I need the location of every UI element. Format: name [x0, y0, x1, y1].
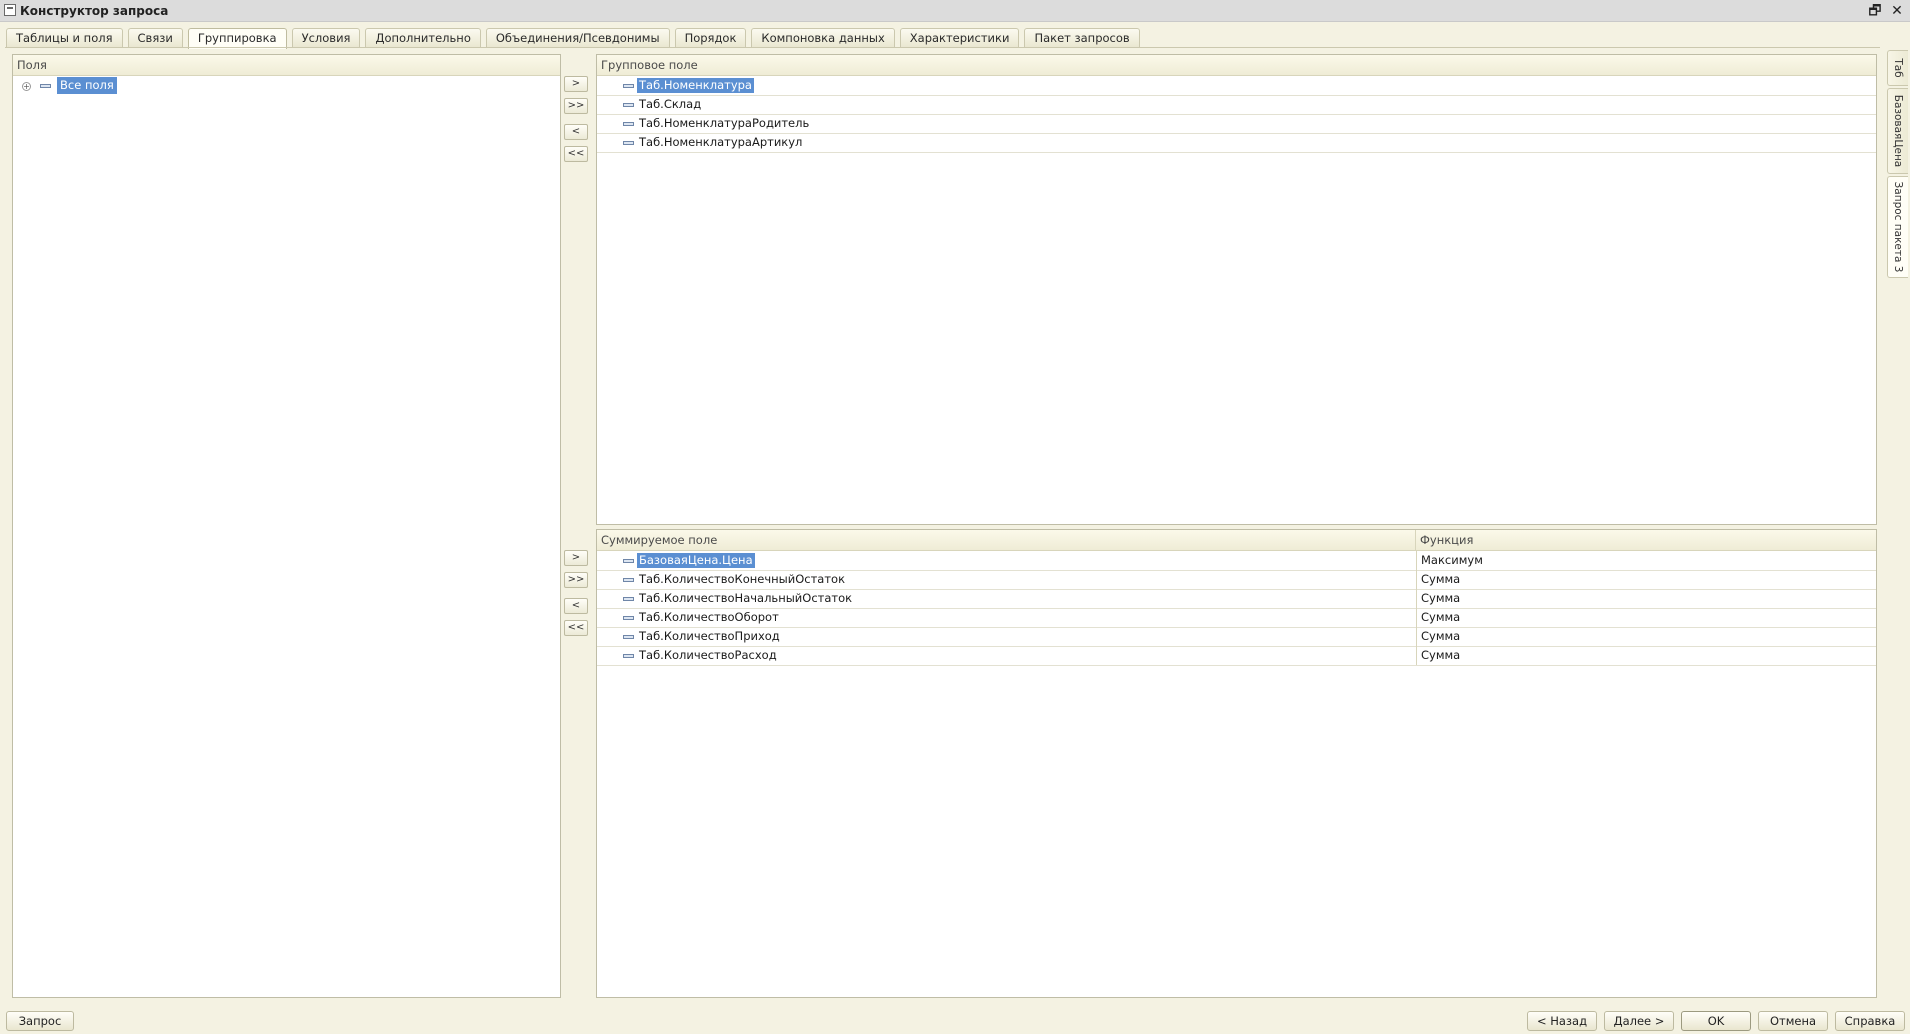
tree-item-label: Все поля: [57, 77, 117, 94]
table-row[interactable]: Таб.КоличествоНачальныйОстаток Сумма: [597, 589, 1876, 609]
function-cell[interactable]: Сумма: [1416, 570, 1876, 589]
field-icon: [623, 103, 634, 107]
field-icon: [623, 559, 634, 563]
tab-strip: Таблицы и поля Связи Группировка Условия…: [6, 28, 1145, 49]
tab-divider: [5, 47, 1880, 48]
next-button[interactable]: Далее >: [1604, 1011, 1674, 1031]
expand-icon[interactable]: +: [22, 82, 31, 91]
back-button[interactable]: < Назад: [1527, 1011, 1597, 1031]
fields-panel[interactable]: Поля + Все поля: [12, 54, 561, 998]
field-icon: [623, 635, 634, 639]
query-button[interactable]: Запрос: [6, 1011, 74, 1031]
group-fields-header: Групповое поле: [597, 55, 1876, 76]
field-icon: [623, 616, 634, 620]
field-name: Таб.КоличествоПриход: [639, 629, 780, 643]
field-name: Таб.КоличествоНачальныйОстаток: [639, 591, 853, 605]
field-icon: [623, 84, 634, 88]
field-name: Таб.КоличествоОборот: [639, 610, 779, 624]
tab-order[interactable]: Порядок: [674, 28, 747, 48]
function-cell[interactable]: Сумма: [1416, 646, 1876, 665]
table-row[interactable]: Таб.КоличествоПриход Сумма: [597, 627, 1876, 647]
function-cell[interactable]: Максимум: [1416, 551, 1876, 570]
side-tab-query-batch-3[interactable]: Запрос пакета 3: [1887, 176, 1908, 278]
tab-data-composition[interactable]: Компоновка данных: [751, 28, 895, 48]
field-icon: [40, 84, 51, 88]
field-name: Таб.НоменклатураРодитель: [639, 116, 810, 130]
table-row[interactable]: БазоваяЦена.Цена Максимум: [597, 551, 1876, 571]
field-icon: [623, 654, 634, 658]
remove-group-field-button[interactable]: <: [564, 124, 588, 140]
field-name: Таб.КоличествоРасход: [639, 648, 777, 662]
title-bar: Конструктор запроса 🗗 ✕: [0, 0, 1910, 22]
field-name: Таб.Склад: [639, 97, 702, 111]
tab-unions-aliases[interactable]: Объединения/Псевдонимы: [485, 28, 670, 48]
field-name: БазоваяЦена.Цена: [637, 553, 755, 568]
list-item[interactable]: Таб.НоменклатураРодитель: [597, 114, 1876, 134]
field-icon: [623, 141, 634, 145]
function-cell[interactable]: Сумма: [1416, 627, 1876, 646]
field-name: Таб.НоменклатураАртикул: [639, 135, 803, 149]
side-tab-label: Запрос пакета 3: [1892, 181, 1904, 273]
restore-icon[interactable]: 🗗: [1866, 2, 1884, 20]
remove-all-group-fields-button[interactable]: <<: [564, 146, 588, 162]
window-title: Конструктор запроса: [20, 4, 169, 18]
tab-conditions[interactable]: Условия: [291, 28, 361, 48]
field-icon: [623, 597, 634, 601]
tab-additional[interactable]: Дополнительно: [365, 28, 481, 48]
field-name: Таб.КоличествоКонечныйОстаток: [639, 572, 846, 586]
function-cell[interactable]: Сумма: [1416, 608, 1876, 627]
tab-query-batch[interactable]: Пакет запросов: [1024, 28, 1140, 48]
field-icon: [623, 578, 634, 582]
cancel-button[interactable]: Отмена: [1758, 1011, 1828, 1031]
function-column-header: Функция: [1415, 530, 1473, 550]
side-tab-tab[interactable]: Таб: [1887, 50, 1908, 86]
fields-header: Поля: [13, 55, 560, 76]
add-group-field-button[interactable]: >: [564, 76, 588, 92]
table-row[interactable]: Таб.КоличествоОборот Сумма: [597, 608, 1876, 628]
side-tab-label: БазоваяЦена: [1892, 94, 1904, 168]
sum-fields-panel[interactable]: Суммируемое поле Функция БазоваяЦена.Цен…: [596, 529, 1877, 998]
add-all-group-fields-button[interactable]: >>: [564, 98, 588, 114]
tab-links[interactable]: Связи: [127, 28, 183, 48]
remove-sum-field-button[interactable]: <: [564, 598, 588, 614]
tab-tables-fields[interactable]: Таблицы и поля: [6, 28, 123, 48]
group-fields-panel[interactable]: Групповое поле Таб.Номенклатура Таб.Скла…: [596, 54, 1877, 525]
tab-characteristics[interactable]: Характеристики: [899, 28, 1020, 48]
list-item[interactable]: Таб.НоменклатураАртикул: [597, 133, 1876, 153]
add-sum-field-button[interactable]: >: [564, 550, 588, 566]
field-name: Таб.Номенклатура: [637, 78, 754, 93]
close-icon[interactable]: ✕: [1888, 2, 1906, 20]
help-button[interactable]: Справка: [1835, 1011, 1905, 1031]
sum-field-column-header: Суммируемое поле: [601, 533, 718, 547]
window-icon: [4, 4, 16, 16]
table-row[interactable]: Таб.КоличествоРасход Сумма: [597, 646, 1876, 666]
ok-button[interactable]: OK: [1681, 1011, 1751, 1031]
list-item[interactable]: Таб.Номенклатура: [597, 76, 1876, 96]
list-item[interactable]: Таб.Склад: [597, 95, 1876, 115]
remove-all-sum-fields-button[interactable]: <<: [564, 620, 588, 636]
table-row[interactable]: Таб.КоличествоКонечныйОстаток Сумма: [597, 570, 1876, 590]
field-icon: [623, 122, 634, 126]
add-all-sum-fields-button[interactable]: >>: [564, 572, 588, 588]
side-tab-base-price[interactable]: БазоваяЦена: [1887, 88, 1908, 174]
side-tab-label: Таб: [1892, 58, 1904, 78]
function-cell[interactable]: Сумма: [1416, 589, 1876, 608]
sum-fields-header: Суммируемое поле Функция: [597, 530, 1876, 551]
tree-item-all-fields[interactable]: + Все поля: [13, 76, 560, 95]
tab-grouping[interactable]: Группировка: [187, 28, 287, 49]
